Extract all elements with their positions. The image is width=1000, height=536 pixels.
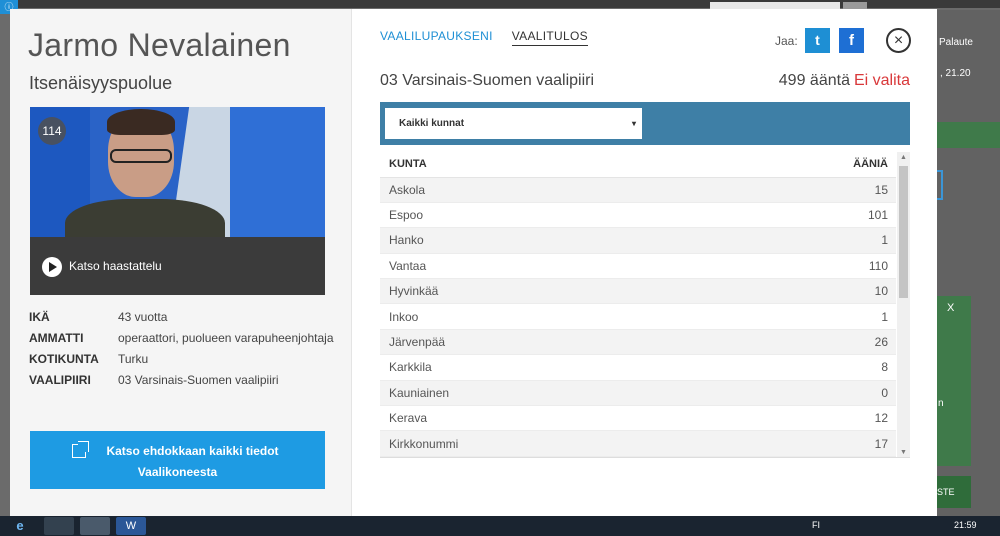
os-taskbar: e W FI 21:59 [0, 516, 1000, 536]
candidate-photo[interactable] [30, 107, 325, 237]
candidate-name: Jarmo Nevalainen [28, 27, 291, 63]
candidate-info-list: IKÄ 43 vuotta AMMATTI operaattori, puolu… [29, 309, 339, 393]
tab-vaalilupaukseni[interactable]: VAALILUPAUKSENI [380, 29, 493, 46]
table-row: Vantaa 110 [380, 253, 896, 280]
municipality-cell: Askola [380, 177, 691, 203]
vote-count: 499 ääntä [778, 72, 850, 89]
table-row: Hyvinkää 10 [380, 278, 896, 305]
table-row: Kerava 12 [380, 405, 896, 432]
tab-vaalitulos[interactable]: VAALITULOS [511, 29, 588, 46]
vote-count-cell: 110 [690, 253, 896, 280]
background-green-panel [937, 296, 971, 466]
votes-table: KUNTA ÄÄNIÄ Askola 15 Espoo 101 Hanko 1 Vantaa… [380, 152, 896, 457]
background-timestamp: , 21.20 [940, 68, 971, 79]
table-row: Kauniainen 0 [380, 380, 896, 407]
table-row: Karkkila 8 [380, 354, 896, 381]
table-scrollbar[interactable]: ▲ ▼ [897, 152, 910, 457]
election-status: Ei valita [853, 72, 910, 89]
background-outline-box [937, 170, 943, 200]
municipality-cell: Inkoo [380, 303, 691, 330]
file-explorer-taskbar-icon[interactable] [44, 517, 74, 535]
vote-count-cell: 10 [690, 278, 896, 305]
table-row: Espoo 101 [380, 202, 896, 229]
scroll-down-icon[interactable]: ▼ [900, 449, 907, 456]
feedback-link: Palaute [939, 37, 973, 48]
info-key: AMMATTI [29, 331, 84, 345]
taskbar-clock[interactable]: 21:59 [954, 520, 977, 530]
watch-interview-button[interactable]: Katso haastattelu [30, 237, 325, 295]
table-row: Askola 15 [380, 177, 896, 203]
municipality-cell: Espoo [380, 202, 691, 229]
vote-count-cell: 26 [690, 329, 896, 356]
municipality-cell: Kerava [380, 405, 691, 432]
word-taskbar-icon[interactable]: W [116, 517, 146, 535]
language-indicator[interactable]: FI [812, 520, 820, 530]
chrome-taskbar-icon[interactable] [80, 517, 110, 535]
vote-count-cell: 1 [690, 303, 896, 330]
table-row: Järvenpää 26 [380, 329, 896, 356]
info-key: KOTIKUNTA [29, 352, 99, 366]
browser-taskbar-icon[interactable]: e [6, 517, 34, 535]
info-row-district: VAALIPIIRI 03 Varsinais-Suomen vaalipiir… [29, 372, 339, 389]
municipality-cell: Kirkkonummi [380, 430, 691, 457]
vote-count-cell: 12 [690, 405, 896, 432]
candidate-party: Itsenäisyyspuolue [29, 73, 173, 93]
vote-count-cell: 17 [690, 430, 896, 457]
scroll-up-icon[interactable]: ▲ [900, 154, 907, 161]
candidate-number-badge: 114 [38, 117, 66, 145]
info-row-profession: AMMATTI operaattori, puolueen varapuheen… [29, 330, 339, 347]
close-icon[interactable]: × [886, 28, 911, 53]
municipality-cell: Hanko [380, 227, 691, 254]
municipality-filter-bar: Kaikki kunnat ▾ [380, 102, 910, 145]
twitter-share-icon[interactable]: t [805, 28, 830, 53]
info-row-hometown: KOTIKUNTA Turku [29, 351, 339, 368]
background-partial-text: n [938, 398, 944, 409]
vote-count-cell: 8 [690, 354, 896, 381]
view-all-info-button[interactable]: Katso ehdokkaan kaikki tiedot Vaalikonee… [30, 431, 325, 489]
info-key: IKÄ [29, 310, 50, 324]
modal-tabs: VAALILUPAUKSENI VAALITULOS [380, 29, 588, 46]
vote-count-cell: 0 [690, 380, 896, 407]
table-row: Inkoo 1 [380, 303, 896, 330]
electoral-district: 03 Varsinais-Suomen vaalipiiri [380, 72, 595, 89]
table-header-row: KUNTA ÄÄNIÄ [380, 152, 896, 178]
background-close-icon: X [947, 302, 955, 314]
background-partial-button: STE [937, 476, 971, 508]
play-icon [42, 257, 62, 277]
scrollbar-thumb[interactable] [899, 166, 908, 298]
cta-label-line1: Katso ehdokkaan kaikki tiedot [106, 444, 279, 458]
share-label: Jaa: [775, 34, 798, 48]
info-key: VAALIPIIRI [29, 373, 91, 387]
candidate-sidebar: Jarmo Nevalainen Itsenäisyyspuolue 114 K… [10, 9, 352, 516]
municipality-select[interactable]: Kaikki kunnat ▾ [385, 108, 642, 139]
vote-summary: 499 ääntä Ei valita [779, 72, 910, 90]
vote-count-cell: 1 [690, 227, 896, 254]
municipality-cell: Hyvinkää [380, 278, 691, 305]
column-header-kunta[interactable]: KUNTA [380, 152, 691, 178]
background-green-bar [937, 122, 1000, 148]
info-value: operaattori, puolueen varapuheenjohtaja [118, 331, 334, 345]
vote-count-cell: 101 [690, 202, 896, 229]
watch-interview-label: Katso haastattelu [69, 259, 162, 273]
municipality-cell: Karkkila [380, 354, 691, 381]
municipality-cell: Vantaa [380, 253, 691, 280]
column-header-aania[interactable]: ÄÄNIÄ [690, 152, 896, 178]
table-row: Hanko 1 [380, 227, 896, 254]
candidate-modal: Jarmo Nevalainen Itsenäisyyspuolue 114 K… [10, 9, 937, 516]
cta-label-line2: Vaalikoneesta [137, 465, 218, 479]
info-value: Turku [118, 352, 149, 366]
municipality-cell: Järvenpää [380, 329, 691, 356]
table-row: Kirkkonummi 17 [380, 430, 896, 457]
municipality-cell: Kauniainen [380, 380, 691, 407]
votes-table-container: KUNTA ÄÄNIÄ Askola 15 Espoo 101 Hanko 1 Vantaa… [380, 152, 910, 458]
info-value: 03 Varsinais-Suomen vaalipiiri [118, 373, 279, 387]
municipality-select-value: Kaikki kunnat [399, 118, 465, 129]
chevron-down-icon: ▾ [631, 119, 636, 128]
info-value: 43 vuotta [118, 310, 168, 324]
vote-count-cell: 15 [690, 177, 896, 203]
facebook-share-icon[interactable]: f [839, 28, 864, 53]
info-row-age: IKÄ 43 vuotta [29, 309, 339, 326]
